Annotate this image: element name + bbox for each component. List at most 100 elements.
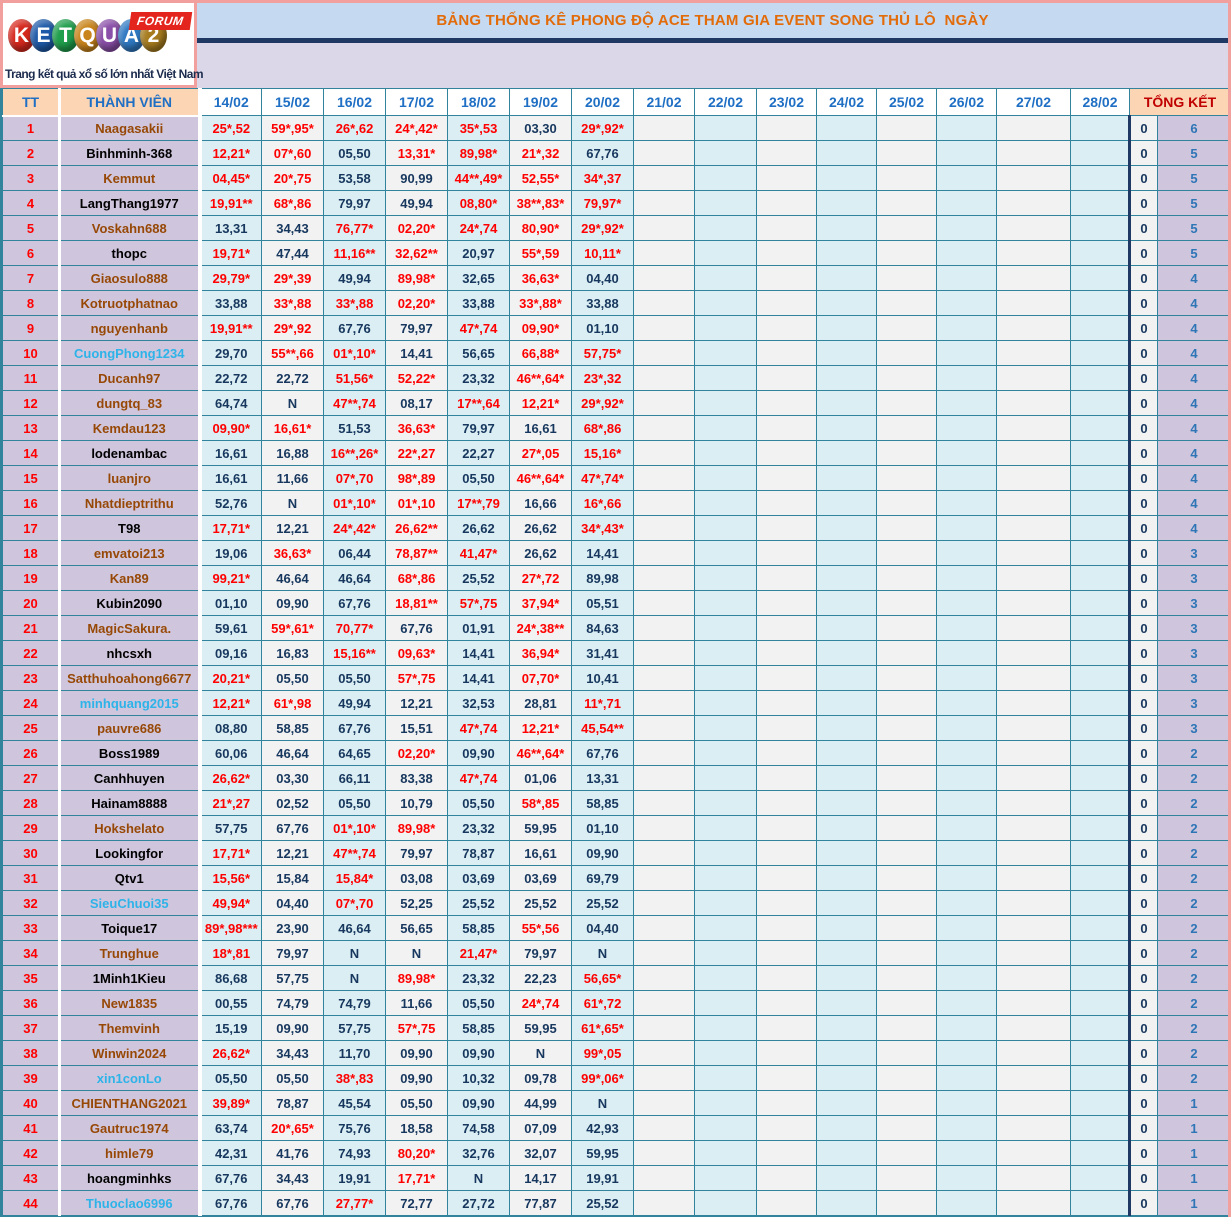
member-name[interactable]: Themvinh [59,1015,202,1041]
empty-cell[interactable] [694,1065,757,1091]
empty-cell[interactable] [694,490,757,516]
empty-cell[interactable] [1070,215,1130,241]
value-cell[interactable]: 19,71* [199,240,262,266]
total-cell[interactable]: 2 [1157,965,1228,991]
value-cell[interactable]: 09,90 [447,740,510,766]
empty-cell[interactable] [816,940,877,966]
value-cell[interactable]: 14,17 [509,1165,572,1191]
empty-cell[interactable] [633,190,695,216]
total-cell[interactable]: 4 [1157,340,1228,366]
empty-cell[interactable] [936,690,997,716]
value-cell[interactable]: 09,90 [385,1065,448,1091]
value-cell[interactable]: 21*,27 [199,790,262,816]
empty-cell[interactable] [996,965,1071,991]
value-cell[interactable]: 84,63 [571,615,634,641]
empty-cell[interactable] [996,815,1071,841]
zero-cell[interactable]: 0 [1128,490,1158,516]
value-cell[interactable]: 26,62 [509,515,572,541]
value-cell[interactable]: 05,50 [323,140,386,166]
empty-cell[interactable] [936,415,997,441]
empty-cell[interactable] [633,215,695,241]
value-cell[interactable]: 78,87** [385,540,448,566]
empty-cell[interactable] [996,1090,1071,1116]
date-header[interactable]: 22/02 [694,88,757,116]
value-cell[interactable]: 58*,85 [509,790,572,816]
empty-cell[interactable] [996,615,1071,641]
zero-cell[interactable]: 0 [1128,515,1158,541]
value-cell[interactable]: 57*,75 [385,1015,448,1041]
empty-cell[interactable] [936,1015,997,1041]
value-cell[interactable]: 44**,49* [447,165,510,191]
empty-cell[interactable] [633,365,695,391]
empty-cell[interactable] [694,840,757,866]
empty-cell[interactable] [936,265,997,291]
empty-cell[interactable] [1070,1015,1130,1041]
value-cell[interactable]: N [509,1040,572,1066]
empty-cell[interactable] [936,240,997,266]
date-header[interactable]: 28/02 [1070,88,1130,116]
empty-cell[interactable] [816,590,877,616]
value-cell[interactable]: 03,08 [385,865,448,891]
empty-cell[interactable] [633,490,695,516]
value-cell[interactable]: 09,90 [447,1090,510,1116]
value-cell[interactable]: 01,10 [571,315,634,341]
value-cell[interactable]: 46,64 [323,565,386,591]
value-cell[interactable]: 05,51 [571,590,634,616]
empty-cell[interactable] [694,990,757,1016]
value-cell[interactable]: 67,76 [261,815,324,841]
zero-cell[interactable]: 0 [1128,1065,1158,1091]
value-cell[interactable]: 36,94* [509,640,572,666]
zero-cell[interactable]: 0 [1128,340,1158,366]
value-cell[interactable]: 19,91** [199,315,262,341]
empty-cell[interactable] [1070,340,1130,366]
empty-cell[interactable] [996,1015,1071,1041]
empty-cell[interactable] [876,540,937,566]
value-cell[interactable]: 79,97 [447,415,510,441]
empty-cell[interactable] [694,765,757,791]
empty-cell[interactable] [1070,565,1130,591]
member-name[interactable]: Canhhuyen [59,765,202,791]
value-cell[interactable]: 09,16 [199,640,262,666]
value-cell[interactable]: 14,41 [385,340,448,366]
empty-cell[interactable] [876,1165,937,1191]
empty-cell[interactable] [1070,165,1130,191]
value-cell[interactable]: 03,30 [261,765,324,791]
empty-cell[interactable] [756,1090,817,1116]
value-cell[interactable]: 89,98* [385,965,448,991]
member-name[interactable]: Nhatdieptrithu [59,490,202,516]
empty-cell[interactable] [756,1065,817,1091]
value-cell[interactable]: 99*,06* [571,1065,634,1091]
value-cell[interactable]: 11*,71 [571,690,634,716]
empty-cell[interactable] [756,915,817,941]
empty-cell[interactable] [756,1040,817,1066]
empty-cell[interactable] [876,640,937,666]
empty-cell[interactable] [996,190,1071,216]
value-cell[interactable]: 69,79 [571,865,634,891]
empty-cell[interactable] [633,1040,695,1066]
value-cell[interactable]: 09,90* [199,415,262,441]
member-name[interactable]: 1Minh1Kieu [59,965,202,991]
empty-cell[interactable] [996,165,1071,191]
empty-cell[interactable] [694,815,757,841]
zero-cell[interactable]: 0 [1128,865,1158,891]
value-cell[interactable]: 09,90 [571,840,634,866]
empty-cell[interactable] [876,765,937,791]
empty-cell[interactable] [876,165,937,191]
empty-cell[interactable] [876,215,937,241]
empty-cell[interactable] [694,940,757,966]
value-cell[interactable]: 59,95 [509,815,572,841]
empty-cell[interactable] [996,1190,1071,1216]
empty-cell[interactable] [633,865,695,891]
row-number[interactable]: 28 [2,790,61,816]
value-cell[interactable]: 47*,74* [571,465,634,491]
member-name[interactable]: hoangminhks [59,1165,202,1191]
value-cell[interactable]: 12,21* [199,140,262,166]
empty-cell[interactable] [694,1090,757,1116]
empty-cell[interactable] [876,965,937,991]
empty-cell[interactable] [876,140,937,166]
value-cell[interactable]: 00,55 [199,990,262,1016]
empty-cell[interactable] [876,115,937,141]
empty-cell[interactable] [816,1040,877,1066]
empty-cell[interactable] [756,590,817,616]
zero-cell[interactable]: 0 [1128,315,1158,341]
